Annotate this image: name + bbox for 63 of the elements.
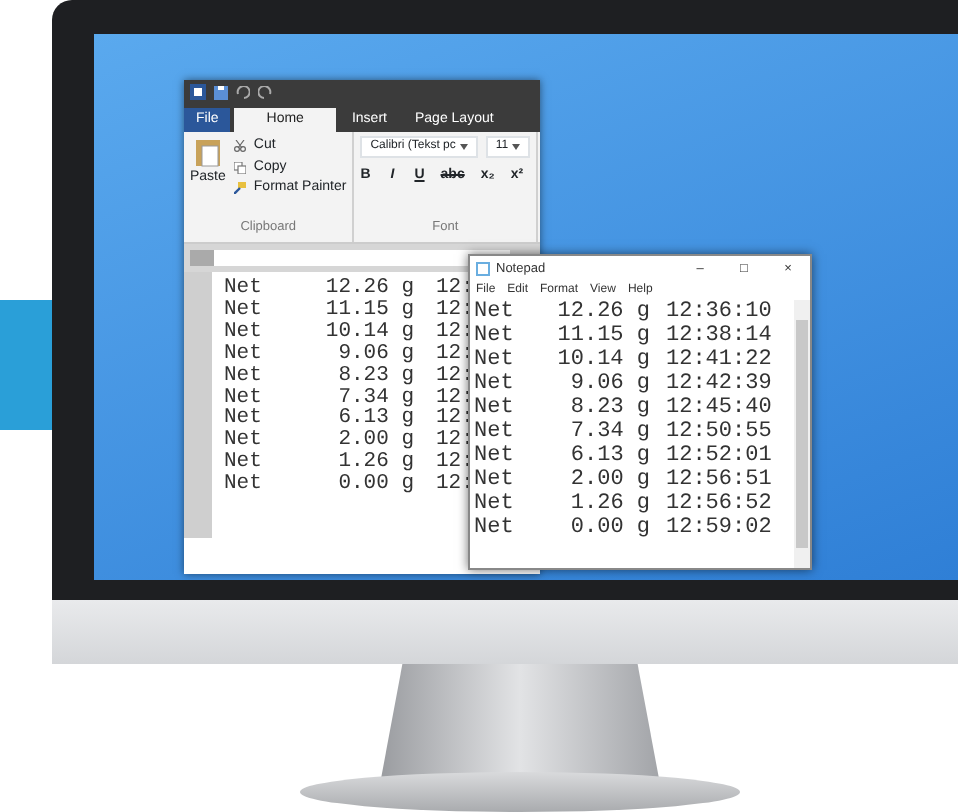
row-label: Net — [224, 387, 264, 409]
row-label: Net — [224, 299, 264, 322]
time-value: 12:45:40 — [666, 396, 772, 420]
row-label: Net — [474, 372, 516, 396]
row-label: Net — [224, 408, 264, 431]
row-label: Net — [474, 300, 516, 324]
row-label: Net — [474, 444, 516, 468]
weight-value: 7.34 g — [568, 420, 650, 444]
time-value: 12:59:02 — [666, 516, 772, 540]
weight-value: 6.13 g — [568, 444, 650, 468]
redo-icon[interactable] — [258, 85, 272, 99]
time-value: 12:36:10 — [666, 300, 772, 324]
row-label: Net — [474, 468, 516, 492]
weight-value: 9.06 g — [336, 343, 414, 366]
row-label: Net — [224, 430, 264, 453]
weight-value: 12.26 g — [555, 300, 650, 324]
row-label: Net — [474, 396, 516, 420]
weight-value: 2.00 g — [336, 430, 414, 453]
save-icon[interactable] — [214, 85, 228, 99]
row-label: Net — [474, 516, 516, 540]
row-label: Net — [224, 278, 264, 300]
weight-value: 1.26 g — [568, 492, 650, 516]
weight-value: 11.15 g — [555, 324, 650, 348]
scrollbar[interactable] — [794, 300, 810, 568]
weight-value: 7.34 g — [336, 387, 414, 409]
weight-value: 6.13 g — [336, 408, 414, 431]
weight-value: 10.14 g — [555, 348, 650, 372]
time-value: 12:41:22 — [666, 348, 772, 372]
caret-icon — [512, 144, 521, 150]
weight-value: 0.00 g — [336, 474, 414, 497]
time-value: 12:38:14 — [666, 324, 772, 348]
scissors-icon[interactable] — [233, 140, 246, 153]
copy-icon[interactable] — [233, 161, 246, 174]
row-label: Net — [474, 324, 516, 348]
row-label: Net — [474, 492, 516, 516]
row-label: Net — [224, 343, 264, 366]
row-label: Net — [474, 348, 516, 372]
weight-value: 10.14 g — [324, 321, 414, 344]
weight-value: 12.26 g — [324, 278, 414, 300]
row-label: Net — [224, 474, 264, 497]
word-logo-icon[interactable] — [190, 84, 206, 100]
row-label: Net — [224, 321, 264, 344]
time-value: 12:42:39 — [666, 372, 772, 396]
caret-icon — [459, 144, 468, 150]
notepad-icon — [476, 262, 490, 276]
weight-value: 2.00 g — [568, 468, 650, 492]
row-label: Net — [474, 420, 516, 444]
paste-icon[interactable] — [193, 136, 222, 168]
weight-value: 11.15 g — [324, 299, 414, 322]
time-value: 12:56:51 — [666, 468, 772, 492]
time-value: 12:56:52 — [666, 492, 772, 516]
weight-value: 8.23 g — [568, 396, 650, 420]
row-label: Net — [224, 452, 264, 475]
weight-value: 0.00 g — [568, 516, 650, 540]
time-value: 12:50:55 — [666, 420, 772, 444]
row-label: Net — [224, 365, 264, 388]
weight-value: 9.06 g — [568, 372, 650, 396]
time-value: 12:52:01 — [666, 444, 772, 468]
undo-icon[interactable] — [236, 85, 250, 99]
weight-value: 8.23 g — [336, 365, 414, 388]
weight-value: 1.26 g — [336, 452, 414, 475]
brush-icon[interactable] — [233, 182, 246, 195]
scroll-thumb[interactable] — [796, 320, 808, 548]
